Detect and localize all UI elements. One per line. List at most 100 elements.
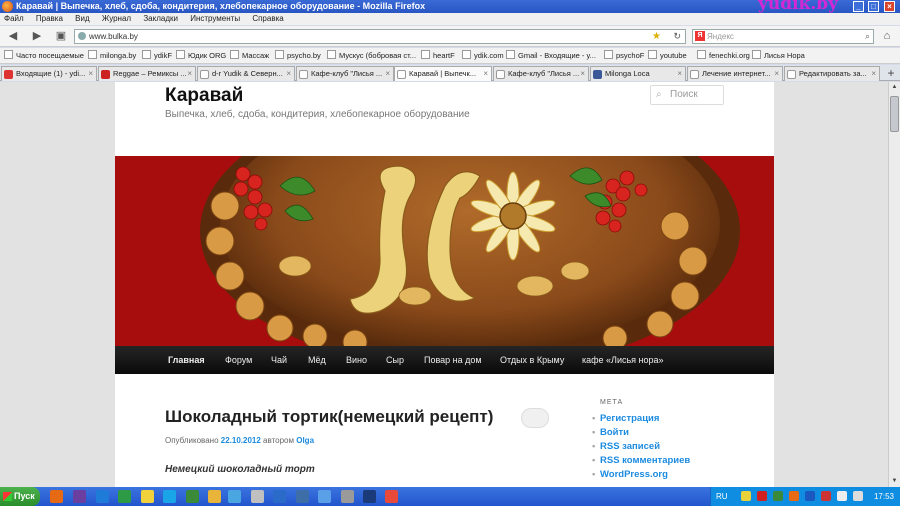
new-tab-button[interactable]: +: [884, 66, 898, 80]
home-bookmark-icon[interactable]: ▣: [54, 29, 68, 43]
maximize-button[interactable]: □: [868, 1, 879, 12]
language-indicator[interactable]: RU: [716, 487, 728, 506]
nav-cook-at-home[interactable]: Повар на дом: [424, 346, 482, 374]
link-wordpress-org[interactable]: WordPress.org: [592, 468, 690, 482]
nav-honey[interactable]: Мёд: [308, 346, 326, 374]
tab-reggae[interactable]: Reggae – Ремиксы ... ×: [98, 66, 196, 81]
bookmark-item[interactable]: ydik.com: [462, 48, 504, 63]
bookmark-item[interactable]: Gmail - Входящие - y...: [506, 48, 596, 63]
close-tab-icon[interactable]: ×: [774, 67, 779, 81]
close-tab-icon[interactable]: ×: [580, 67, 585, 81]
url-bar[interactable]: www.bulka.by ★ ↻: [74, 29, 686, 44]
post-title[interactable]: Шоколадный тортик(немецкий рецепт): [165, 407, 493, 427]
tab-karavai[interactable]: Каравай | Выпечк... ×: [394, 66, 492, 81]
app-taskbar-icon[interactable]: [186, 490, 199, 503]
site-search-input[interactable]: ⌕ Поиск: [650, 85, 724, 105]
search-icon[interactable]: ⌕: [865, 30, 870, 43]
explorer-taskbar-icon[interactable]: [96, 490, 109, 503]
firefox-taskbar-icon[interactable]: [50, 490, 63, 503]
bookmark-item[interactable]: Юдик ORG: [176, 48, 226, 63]
bookmark-item[interactable]: youtube: [648, 48, 687, 63]
tab-edit[interactable]: Редактировать за... ×: [784, 66, 880, 81]
tab-milonga[interactable]: Milonga Loca ×: [590, 66, 686, 81]
winamp-taskbar-icon[interactable]: [141, 490, 154, 503]
start-button[interactable]: Пуск: [0, 487, 40, 506]
reload-icon[interactable]: ↻: [673, 30, 681, 43]
nav-tea[interactable]: Чай: [271, 346, 287, 374]
folder-taskbar-icon[interactable]: [208, 490, 221, 503]
bookmark-item[interactable]: heartF: [421, 48, 455, 63]
tray-icon[interactable]: [773, 491, 783, 501]
close-tab-icon[interactable]: ×: [483, 67, 488, 81]
bookmark-item[interactable]: milonga.by: [88, 48, 136, 63]
nav-cheese[interactable]: Сыр: [386, 346, 404, 374]
scrollbar-thumb[interactable]: [890, 96, 899, 132]
app-taskbar-icon[interactable]: [273, 490, 286, 503]
tab-lechenie[interactable]: Лечение интернет... ×: [687, 66, 783, 81]
tray-icon[interactable]: [789, 491, 799, 501]
comments-bubble-icon[interactable]: [521, 408, 549, 428]
network-icon[interactable]: [837, 491, 847, 501]
tray-icon[interactable]: [821, 491, 831, 501]
bookmark-item[interactable]: Мускус (бобровая ст...: [327, 48, 416, 63]
tab-gmail[interactable]: Входящие (1) - ydi... ×: [1, 66, 97, 81]
tab-cafe-1[interactable]: Кафе-клуб "Лисья ... ×: [296, 66, 394, 81]
vertical-scrollbar[interactable]: ▲ ▼: [888, 82, 900, 487]
nav-home[interactable]: Главная: [168, 346, 205, 374]
minimize-button[interactable]: _: [853, 1, 864, 12]
bookmark-item[interactable]: ydikF: [142, 48, 172, 63]
tab-yudik[interactable]: d-r Yudik & Северн... ×: [197, 66, 295, 81]
app-taskbar-icon[interactable]: [341, 490, 354, 503]
nav-wine[interactable]: Вино: [346, 346, 367, 374]
menu-tools[interactable]: Инструменты: [190, 14, 240, 23]
tray-icon[interactable]: [741, 491, 751, 501]
search-bar[interactable]: Я Яндекс ⌕: [692, 29, 874, 44]
menu-file[interactable]: Файл: [4, 14, 24, 23]
tab-cafe-2[interactable]: Кафе-клуб "Лисья ... ×: [493, 66, 589, 81]
close-tab-icon[interactable]: ×: [187, 67, 192, 81]
close-window-button[interactable]: ×: [884, 1, 895, 12]
scroll-up-icon[interactable]: ▲: [889, 82, 900, 93]
close-tab-icon[interactable]: ×: [385, 67, 390, 81]
site-title[interactable]: Каравай: [165, 85, 243, 107]
app-taskbar-icon[interactable]: [228, 490, 241, 503]
close-tab-icon[interactable]: ×: [286, 67, 291, 81]
home-icon[interactable]: ⌂: [880, 29, 894, 43]
link-rss-comments[interactable]: RSS комментариев: [592, 454, 690, 468]
app-taskbar-icon[interactable]: [296, 490, 309, 503]
bookmark-item[interactable]: psycho.by: [275, 48, 321, 63]
bookmark-item[interactable]: fenechki.org: [697, 48, 750, 63]
media-taskbar-icon[interactable]: [73, 490, 86, 503]
bookmark-item[interactable]: Массаж: [230, 48, 269, 63]
nav-forum[interactable]: Форум: [225, 346, 252, 374]
post-author-link[interactable]: Olga: [296, 436, 314, 445]
menu-history[interactable]: Журнал: [102, 14, 131, 23]
back-icon[interactable]: ◀: [6, 29, 20, 43]
tray-icon[interactable]: [805, 491, 815, 501]
bookmark-item[interactable]: psychoF: [604, 48, 644, 63]
menu-view[interactable]: Вид: [75, 14, 89, 23]
close-tab-icon[interactable]: ×: [677, 67, 682, 81]
tray-icon[interactable]: [757, 491, 767, 501]
skype-taskbar-icon[interactable]: [163, 490, 176, 503]
post-date-link[interactable]: 22.10.2012: [221, 436, 261, 445]
link-login[interactable]: Войти: [592, 426, 690, 440]
scroll-down-icon[interactable]: ▼: [889, 476, 900, 487]
speaker-taskbar-icon[interactable]: [385, 490, 398, 503]
app-taskbar-icon[interactable]: [318, 490, 331, 503]
bookmark-item[interactable]: Часто посещаемые: [4, 48, 84, 63]
photoshop-taskbar-icon[interactable]: [363, 490, 376, 503]
close-tab-icon[interactable]: ×: [88, 67, 93, 81]
forward-icon[interactable]: ▶: [30, 29, 44, 43]
bookmark-star-icon[interactable]: ★: [652, 30, 661, 43]
link-rss-posts[interactable]: RSS записей: [592, 440, 690, 454]
menu-edit[interactable]: Правка: [36, 14, 63, 23]
nav-cafe-fox-burrow[interactable]: кафе «Лисья нора»: [582, 346, 664, 374]
nav-crimea-rest[interactable]: Отдых в Крыму: [500, 346, 564, 374]
app-taskbar-icon[interactable]: [118, 490, 131, 503]
volume-icon[interactable]: [853, 491, 863, 501]
link-register[interactable]: Регистрация: [592, 412, 690, 426]
close-tab-icon[interactable]: ×: [871, 67, 876, 81]
menu-help[interactable]: Справка: [252, 14, 283, 23]
site-identity-icon[interactable]: [78, 32, 86, 40]
